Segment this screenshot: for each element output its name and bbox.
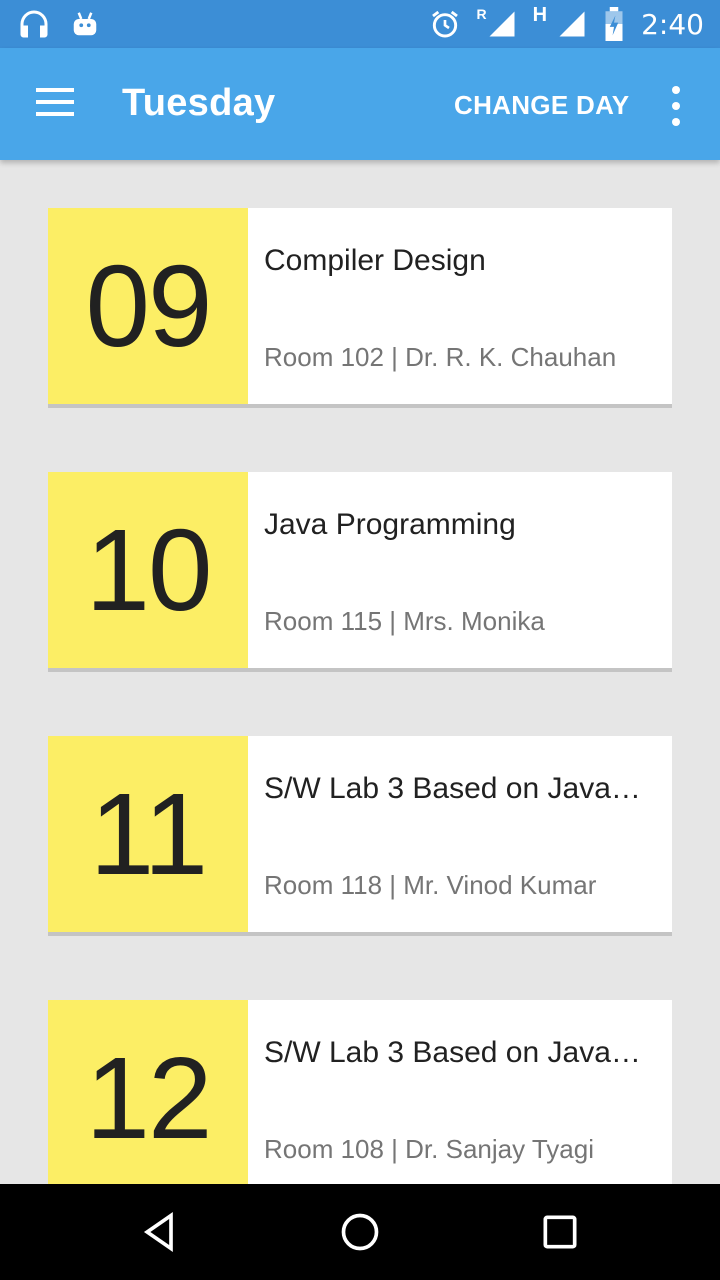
signal-icon <box>489 11 515 37</box>
subject-title: S/W Lab 3 Based on Java… <box>264 1036 641 1069</box>
period-number: 10 <box>48 472 248 668</box>
room-teacher-label: Room 108 | Dr. Sanjay Tyagi <box>264 1134 595 1164</box>
subject-title: Java Programming <box>264 508 516 541</box>
home-icon[interactable] <box>338 1210 382 1254</box>
alarm-icon <box>431 10 458 38</box>
period-number: 12 <box>48 1000 248 1184</box>
room-teacher-label: Room 102 | Dr. R. K. Chauhan <box>264 342 617 372</box>
more-options-icon[interactable] <box>668 86 684 126</box>
android-icon <box>73 12 97 36</box>
recents-icon[interactable] <box>538 1210 582 1254</box>
network-r-label: R <box>476 6 487 22</box>
period-number: 09 <box>48 208 248 404</box>
schedule-card[interactable]: 12 S/W Lab 3 Based on Java… Room 108 | D… <box>48 1000 672 1184</box>
battery-charging-icon <box>605 7 623 41</box>
back-icon[interactable] <box>138 1210 182 1254</box>
schedule-card[interactable]: 11 S/W Lab 3 Based on Java… Room 118 | M… <box>48 736 672 936</box>
schedule-list[interactable]: 09 Compiler Design Room 102 | Dr. R. K. … <box>0 160 720 1184</box>
signal-icon <box>559 11 585 37</box>
schedule-card[interactable]: 10 Java Programming Room 115 | Mrs. Moni… <box>48 472 672 672</box>
network-h-label: H <box>532 4 548 26</box>
menu-icon[interactable] <box>36 88 76 120</box>
headphones-icon <box>20 10 48 38</box>
schedule-card[interactable]: 09 Compiler Design Room 102 | Dr. R. K. … <box>48 208 672 408</box>
status-time: 2:40 <box>641 7 704 41</box>
page-title: Tuesday <box>122 82 276 124</box>
subject-title: Compiler Design <box>264 244 486 277</box>
status-bar: R H 2:40 <box>0 0 720 48</box>
subject-title: S/W Lab 3 Based on Java… <box>264 772 641 805</box>
navigation-bar <box>0 1184 720 1280</box>
period-number: 11 <box>48 736 248 932</box>
room-teacher-label: Room 115 | Mrs. Monika <box>264 606 545 636</box>
app-bar: Tuesday CHANGE DAY <box>0 48 720 160</box>
change-day-button[interactable]: CHANGE DAY <box>454 90 629 121</box>
room-teacher-label: Room 118 | Mr. Vinod Kumar <box>264 870 597 900</box>
